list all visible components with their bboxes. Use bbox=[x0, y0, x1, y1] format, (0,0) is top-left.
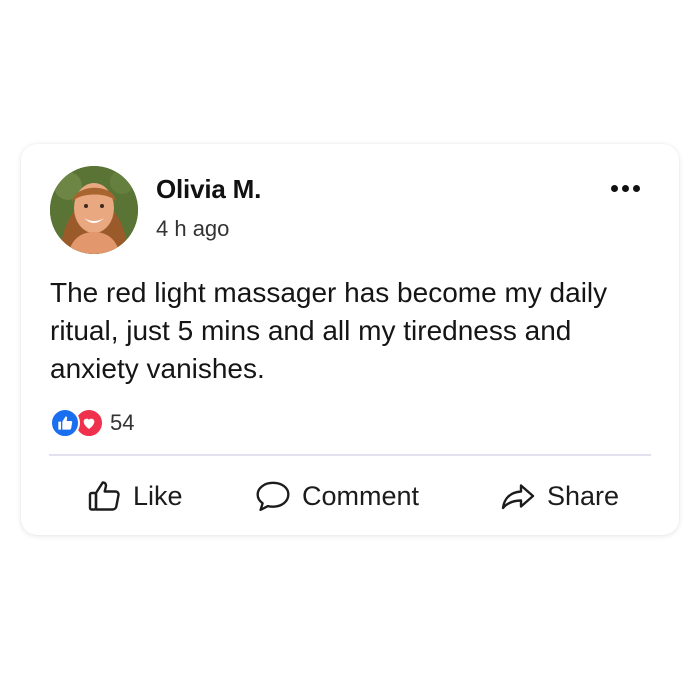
like-button[interactable]: Like bbox=[87, 476, 183, 516]
like-reaction-icon bbox=[50, 408, 80, 438]
post-card: Olivia M. 4 h ago The red light massager… bbox=[21, 144, 679, 535]
reaction-count: 54 bbox=[110, 410, 135, 435]
avatar[interactable] bbox=[50, 166, 138, 254]
comment-button[interactable]: Comment bbox=[254, 476, 419, 516]
thumbs-up-icon bbox=[88, 481, 120, 511]
dot bbox=[622, 184, 629, 192]
dot bbox=[633, 184, 640, 192]
more-options-icon[interactable] bbox=[611, 176, 655, 200]
share-label: Share bbox=[547, 480, 620, 511]
like-label: Like bbox=[133, 480, 183, 511]
divider bbox=[49, 454, 651, 456]
share-icon bbox=[501, 484, 535, 510]
dot bbox=[611, 184, 618, 192]
author-name[interactable]: Olivia M. bbox=[156, 174, 261, 205]
post-text: The red light massager has become my dai… bbox=[50, 277, 608, 384]
comment-label: Comment bbox=[302, 480, 420, 511]
reactions-summary[interactable]: 54 bbox=[50, 407, 134, 439]
post-timestamp[interactable]: 4 h ago bbox=[156, 216, 229, 242]
comment-icon bbox=[256, 481, 290, 512]
share-button[interactable]: Share bbox=[499, 476, 619, 516]
